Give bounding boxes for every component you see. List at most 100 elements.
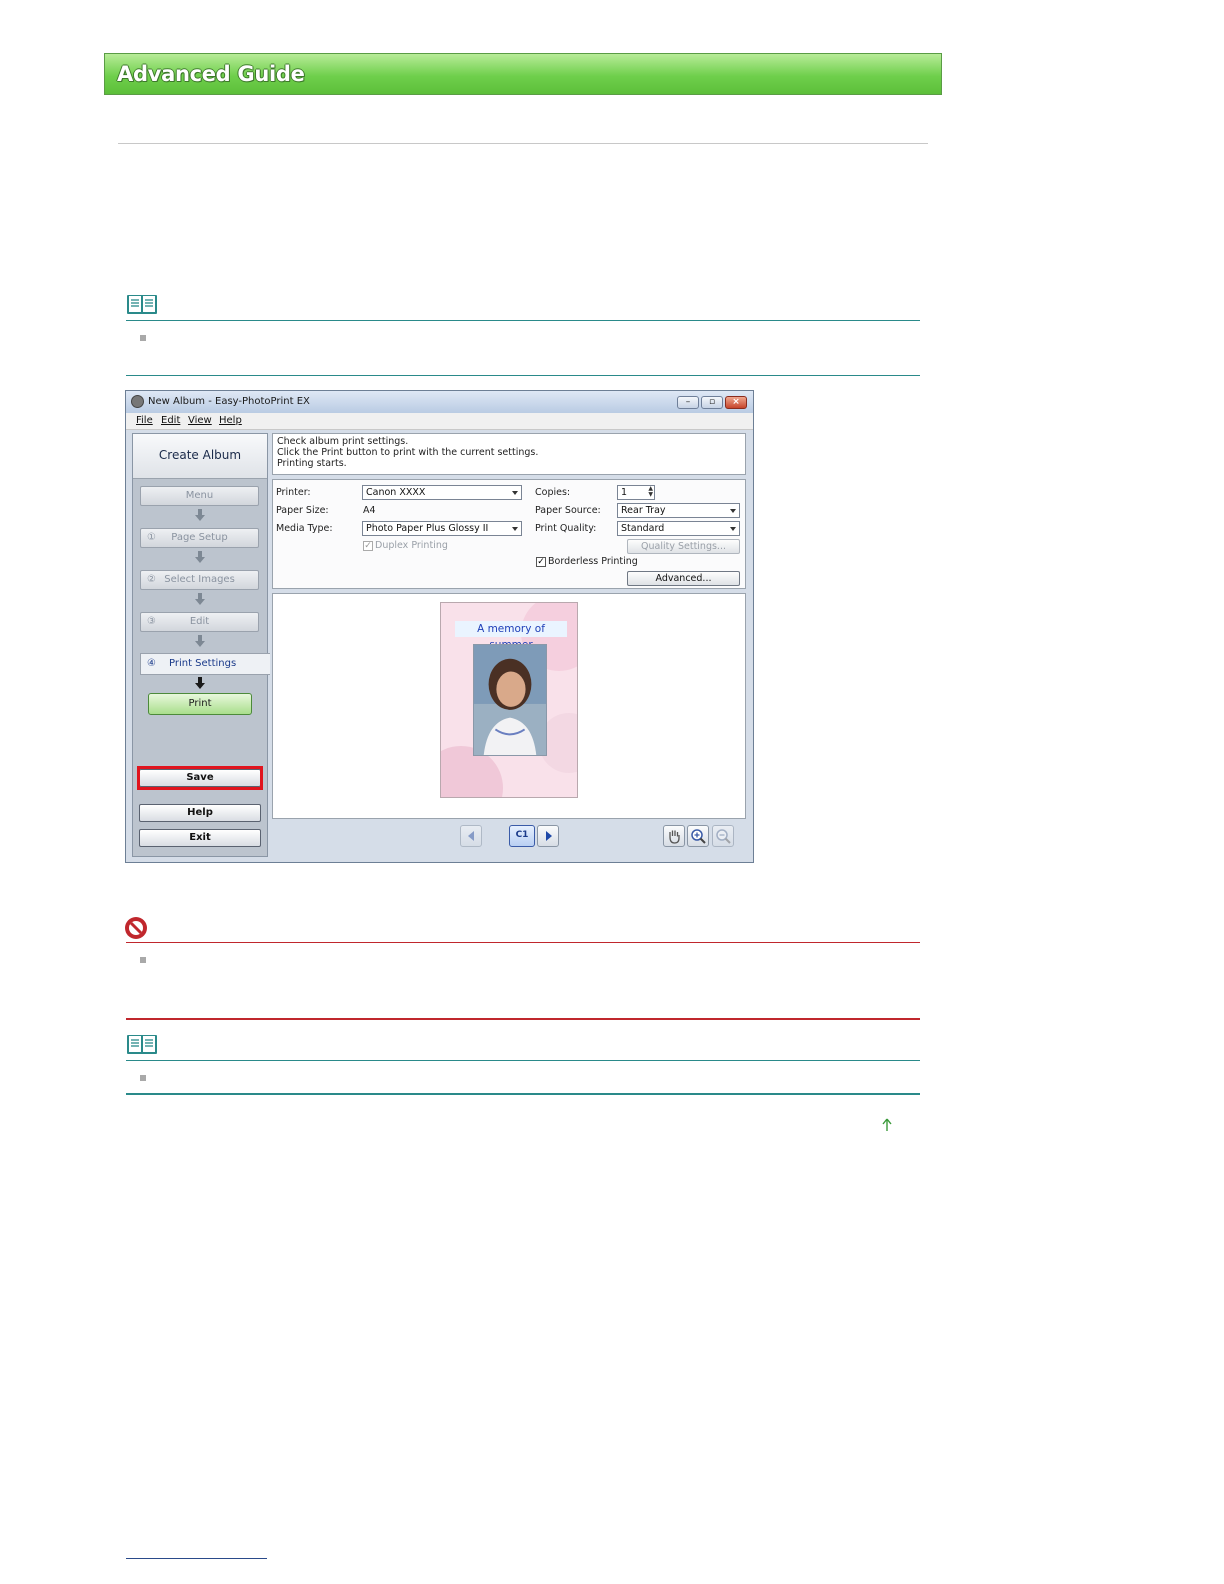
menu-button[interactable]: Menu (140, 486, 259, 506)
printer-select[interactable]: Canon XXXX (362, 485, 522, 500)
footer-line (126, 1558, 267, 1559)
album-page-preview: A memory of summer (440, 602, 578, 798)
step-edit-button[interactable]: ③ Edit (140, 612, 259, 632)
copies-value: 1 (621, 487, 628, 498)
close-button[interactable]: × (725, 396, 747, 409)
note-divider-bottom (126, 375, 920, 376)
exit-button[interactable]: Exit (139, 829, 261, 847)
step-select-images-button[interactable]: ② Select Images (140, 570, 259, 590)
menu-edit[interactable]: Edit (161, 415, 180, 426)
print-quality-select[interactable]: Standard (617, 521, 740, 536)
media-type-value: Photo Paper Plus Glossy II (366, 523, 489, 534)
step-label: Select Images (164, 574, 235, 585)
copies-label: Copies: (535, 487, 571, 498)
printer-label: Printer: (276, 487, 311, 498)
instruction-box: Check album print settings. Click the Pr… (272, 433, 746, 475)
advanced-guide-banner: Advanced Guide (104, 53, 942, 95)
banner-title: Advanced Guide (117, 62, 305, 86)
duplex-printing-label: Duplex Printing (375, 540, 448, 551)
caution-divider-top (126, 942, 920, 943)
step-label: Print Settings (169, 658, 237, 669)
print-quality-label: Print Quality: (535, 523, 597, 534)
arrow-down-icon (195, 593, 205, 605)
step-number: ② (147, 574, 156, 585)
step-print-settings-tab[interactable]: ④ Print Settings (140, 653, 270, 675)
maximize-icon: ▫ (708, 397, 716, 407)
spin-arrows-icon: ▲ ▼ (648, 485, 653, 498)
note2-divider-bottom (126, 1093, 920, 1095)
caution-prohibited-icon (125, 917, 147, 939)
quality-settings-button[interactable]: Quality Settings... (627, 539, 740, 554)
media-type-label: Media Type: (276, 523, 333, 534)
back-to-top-arrow-icon[interactable] (880, 1118, 894, 1132)
app-window-screenshot: New Album - Easy-PhotoPrint EX – ▫ × Fil… (125, 390, 754, 863)
previous-page-button[interactable] (460, 825, 482, 847)
next-page-button[interactable] (537, 825, 559, 847)
preview-area: A memory of summer (272, 593, 746, 819)
page-indicator: C1 (509, 825, 535, 847)
chevron-down-icon (512, 491, 518, 495)
menu-file[interactable]: File (136, 415, 153, 426)
print-button[interactable]: Print (148, 693, 252, 715)
arrow-down-icon (195, 551, 205, 563)
zoom-in-icon (691, 829, 706, 844)
copies-stepper[interactable]: 1 ▲ ▼ (617, 485, 655, 500)
close-icon: × (732, 397, 740, 407)
chevron-down-icon (730, 509, 736, 513)
minimize-button[interactable]: – (677, 396, 699, 409)
note-divider-top (126, 320, 920, 321)
hand-tool-button[interactable] (663, 825, 685, 847)
paper-size-label: Paper Size: (276, 505, 329, 516)
caution-bullet (140, 957, 146, 963)
instruction-line-2: Click the Print button to print with the… (277, 447, 539, 458)
paper-source-select[interactable]: Rear Tray (617, 503, 740, 518)
arrow-down-icon (195, 635, 205, 647)
title-bar: New Album - Easy-PhotoPrint EX – ▫ × (126, 391, 753, 413)
zoom-out-icon (716, 829, 731, 844)
menu-view[interactable]: View (188, 415, 212, 426)
advanced-button[interactable]: Advanced... (627, 571, 740, 586)
chevron-down-icon (512, 527, 518, 531)
media-type-select[interactable]: Photo Paper Plus Glossy II (362, 521, 522, 536)
help-button[interactable]: Help (139, 804, 261, 822)
note-book-icon (127, 295, 157, 314)
paper-source-label: Paper Source: (535, 505, 601, 516)
arrow-right-icon (546, 831, 552, 841)
note2-bullet (140, 1075, 146, 1081)
maximize-button[interactable]: ▫ (701, 396, 723, 409)
app-icon (131, 395, 144, 408)
step-number: ① (147, 532, 156, 543)
note-book-icon (127, 1035, 157, 1054)
print-quality-value: Standard (621, 523, 665, 534)
left-navigation-panel: Create Album Menu ① Page Setup ② Select Im… (132, 433, 270, 857)
save-button-highlight (137, 766, 263, 790)
borderless-printing-label: Borderless Printing (548, 556, 638, 567)
window-title: New Album - Easy-PhotoPrint EX (148, 396, 310, 407)
arrow-down-icon (195, 509, 205, 521)
hand-icon (669, 830, 680, 844)
album-title-text: A memory of summer (455, 621, 567, 651)
step-page-setup-button[interactable]: ① Page Setup (140, 528, 259, 548)
arrow-left-icon (468, 831, 474, 841)
create-album-heading-area: Create Album (133, 434, 267, 479)
arrow-down-icon (195, 677, 205, 689)
menu-bar: File Edit View Help (126, 413, 753, 430)
instruction-line-1: Check album print settings. (277, 436, 409, 447)
chevron-down-icon (730, 527, 736, 531)
step-label: Edit (189, 616, 210, 627)
page-indicator-text: C1 (515, 830, 529, 840)
minimize-icon: – (685, 397, 691, 407)
zoom-out-button[interactable] (712, 825, 734, 847)
bottom-toolbar: C1 (272, 821, 746, 855)
child-photo (473, 644, 547, 756)
paper-size-value: A4 (363, 505, 376, 516)
step-number: ④ (147, 658, 156, 669)
borderless-printing-checkbox[interactable]: ✓ (536, 557, 546, 567)
header-divider (118, 143, 928, 144)
caution-divider-bottom (126, 1018, 920, 1020)
create-album-heading: Create Album (158, 448, 242, 462)
duplex-printing-checkbox[interactable]: ✓ (363, 541, 373, 551)
instruction-line-3: Printing starts. (277, 458, 347, 469)
menu-help[interactable]: Help (219, 415, 242, 426)
zoom-in-button[interactable] (687, 825, 709, 847)
